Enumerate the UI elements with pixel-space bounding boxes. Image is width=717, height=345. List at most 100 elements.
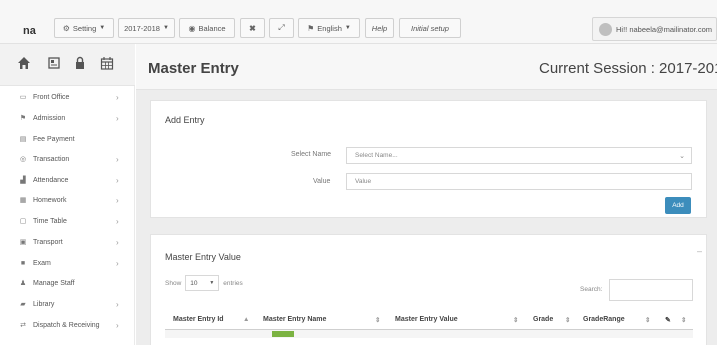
entries-select[interactable]: 10 ▼ bbox=[185, 275, 220, 291]
library-icon: ▰ bbox=[20, 301, 26, 308]
sidebar-item-front-office[interactable]: ▭ Front Office › bbox=[0, 87, 135, 107]
sidebar-item-label: Homework bbox=[33, 196, 67, 204]
flag-icon: ⚑ bbox=[19, 115, 27, 122]
sidebar-item-dispatch-receiving[interactable]: ⇄ Dispatch & Receiving › bbox=[0, 315, 135, 335]
flag-icon: ⚑ bbox=[307, 23, 315, 33]
sidebar-item-admission[interactable]: ⚑ Admission › bbox=[0, 108, 135, 128]
select-name-value: Select Name... bbox=[355, 152, 398, 159]
sort-icon: ⇕ bbox=[645, 316, 651, 324]
add-entry-title: Add Entry bbox=[165, 115, 205, 125]
lock-icon[interactable] bbox=[73, 56, 87, 70]
session-dropdown[interactable]: 2017-2018 ▼ bbox=[118, 18, 175, 38]
search-label: Search: bbox=[580, 286, 603, 293]
table-row bbox=[165, 330, 693, 338]
shuffle-button[interactable]: ✖ bbox=[240, 18, 265, 38]
sidebar-item-time-table[interactable]: ▢ Time Table › bbox=[0, 211, 135, 231]
balance-label: Balance bbox=[198, 23, 226, 33]
help-button[interactable]: Help bbox=[365, 18, 394, 38]
caret-down-icon: ▼ bbox=[344, 25, 351, 31]
setting-button[interactable]: ⚙ Setting ▼ bbox=[54, 18, 114, 38]
language-label: English bbox=[317, 23, 342, 33]
chevron-down-icon: ⌄ bbox=[679, 152, 685, 160]
coin-icon: ◎ bbox=[19, 156, 27, 163]
page-title: Master Entry bbox=[148, 60, 239, 77]
chevron-right-icon: › bbox=[116, 92, 119, 102]
add-entry-card: Add Entry Select Name Select Name... ⌄ V… bbox=[150, 100, 707, 218]
chevron-right-icon: › bbox=[116, 113, 119, 123]
sidebar-item-label: Dispatch & Receiving bbox=[33, 321, 100, 329]
column-header-grade-range[interactable]: GradeRange ⇕ bbox=[577, 310, 657, 330]
column-header-label: Master Entry Value bbox=[395, 316, 458, 323]
file-icon: ■ bbox=[20, 259, 26, 267]
fullscreen-button[interactable]: ⤢ bbox=[269, 18, 294, 38]
chevron-right-icon: › bbox=[116, 299, 119, 309]
sort-icon: ⇕ bbox=[565, 316, 571, 324]
current-session: Current Session : 2017-2018 bbox=[539, 60, 717, 77]
caret-down-icon: ▼ bbox=[99, 25, 106, 31]
column-header-master-entry-value[interactable]: Master Entry Value ⇕ bbox=[389, 310, 527, 330]
master-entry-value-card: Master Entry Value – Show 10 ▼ entries S… bbox=[150, 234, 707, 345]
value-label: Value bbox=[313, 178, 331, 185]
coin-icon: ◉ bbox=[188, 23, 196, 33]
edit-icon: ✎ bbox=[665, 316, 671, 324]
sidebar-item-label: Admission bbox=[33, 114, 66, 122]
column-header-actions[interactable]: ✎ ⇕ bbox=[657, 310, 693, 330]
main-content: Master Entry Current Session : 2017-2018… bbox=[136, 44, 717, 345]
show-label: Show bbox=[165, 279, 182, 287]
sidebar-item-label: Manage Staff bbox=[33, 279, 75, 287]
value-input[interactable]: Value bbox=[346, 173, 692, 190]
collapse-icon[interactable]: – bbox=[697, 246, 702, 256]
sidebar-item-attendance[interactable]: ▟ Attendance › bbox=[0, 170, 135, 190]
initial-setup-button[interactable]: Initial setup bbox=[399, 18, 461, 38]
search-input[interactable] bbox=[609, 279, 693, 301]
entries-value: 10 bbox=[190, 279, 198, 287]
sidebar-item-transaction[interactable]: ◎ Transaction › bbox=[0, 149, 135, 169]
chevron-right-icon: › bbox=[116, 195, 119, 205]
column-header-master-entry-name[interactable]: Master Entry Name ⇕ bbox=[257, 310, 389, 330]
select-name-dropdown[interactable]: Select Name... ⌄ bbox=[346, 147, 692, 164]
entries-label: entries bbox=[223, 279, 243, 287]
column-header-label: Grade bbox=[533, 316, 554, 323]
money-icon: ▤ bbox=[19, 136, 27, 143]
sort-icon: ⇕ bbox=[513, 316, 519, 324]
balance-button[interactable]: ◉ Balance bbox=[179, 18, 235, 38]
language-dropdown[interactable]: ⚑ English ▼ bbox=[298, 18, 360, 38]
help-label: Help bbox=[371, 23, 388, 33]
entries-length-control: Show 10 ▼ entries bbox=[165, 275, 243, 291]
users-icon: ♟ bbox=[19, 280, 27, 287]
sort-icon: ⇕ bbox=[681, 316, 687, 324]
sidebar-item-label: Fee Payment bbox=[33, 135, 75, 143]
sort-asc-icon: ▲ bbox=[243, 316, 250, 323]
calendar-icon: ▢ bbox=[19, 218, 27, 225]
sidebar-item-label: Front Office bbox=[33, 93, 70, 101]
brand-logo[interactable]: na bbox=[23, 25, 36, 37]
column-header-master-entry-id[interactable]: Master Entry Id ▲ bbox=[165, 310, 257, 330]
user-label: Hi!! nabeela@mailinator.com bbox=[616, 24, 712, 34]
select-name-label: Select Name bbox=[291, 151, 332, 158]
sidebar-item-homework[interactable]: ▦ Homework › bbox=[0, 190, 135, 210]
shuffle-icon: ✖ bbox=[249, 23, 256, 33]
chevron-right-icon: › bbox=[116, 320, 119, 330]
add-button[interactable]: Add bbox=[665, 197, 691, 214]
id-card-icon[interactable] bbox=[47, 56, 61, 70]
sidebar-item-manage-staff[interactable]: ♟ Manage Staff bbox=[0, 273, 135, 293]
sidebar-item-exam[interactable]: ■ Exam › bbox=[0, 253, 135, 273]
bus-icon: ▣ bbox=[19, 239, 27, 246]
user-menu[interactable]: Hi!! nabeela@mailinator.com ▼ bbox=[592, 17, 717, 41]
sidebar-item-transport[interactable]: ▣ Transport › bbox=[0, 232, 135, 252]
chevron-right-icon: › bbox=[116, 237, 119, 247]
book-icon: ▦ bbox=[19, 197, 27, 204]
caret-down-icon: ▼ bbox=[209, 280, 215, 286]
sort-icon: ⇕ bbox=[375, 316, 381, 324]
sidebar-shortcuts bbox=[0, 44, 135, 86]
column-header-grade[interactable]: Grade ⇕ bbox=[527, 310, 577, 330]
gear-icon: ⚙ bbox=[62, 23, 70, 33]
sidebar-item-library[interactable]: ▰ Library › bbox=[0, 294, 135, 314]
page-header: Master Entry Current Session : 2017-2018 bbox=[136, 44, 717, 90]
sidebar-item-label: Library bbox=[33, 300, 55, 308]
calendar-icon[interactable] bbox=[100, 56, 114, 70]
home-icon[interactable] bbox=[17, 56, 31, 70]
sidebar-item-fee-payment[interactable]: ▤ Fee Payment bbox=[0, 129, 135, 149]
exchange-icon: ⇄ bbox=[20, 322, 26, 329]
setting-label: Setting bbox=[72, 23, 97, 33]
